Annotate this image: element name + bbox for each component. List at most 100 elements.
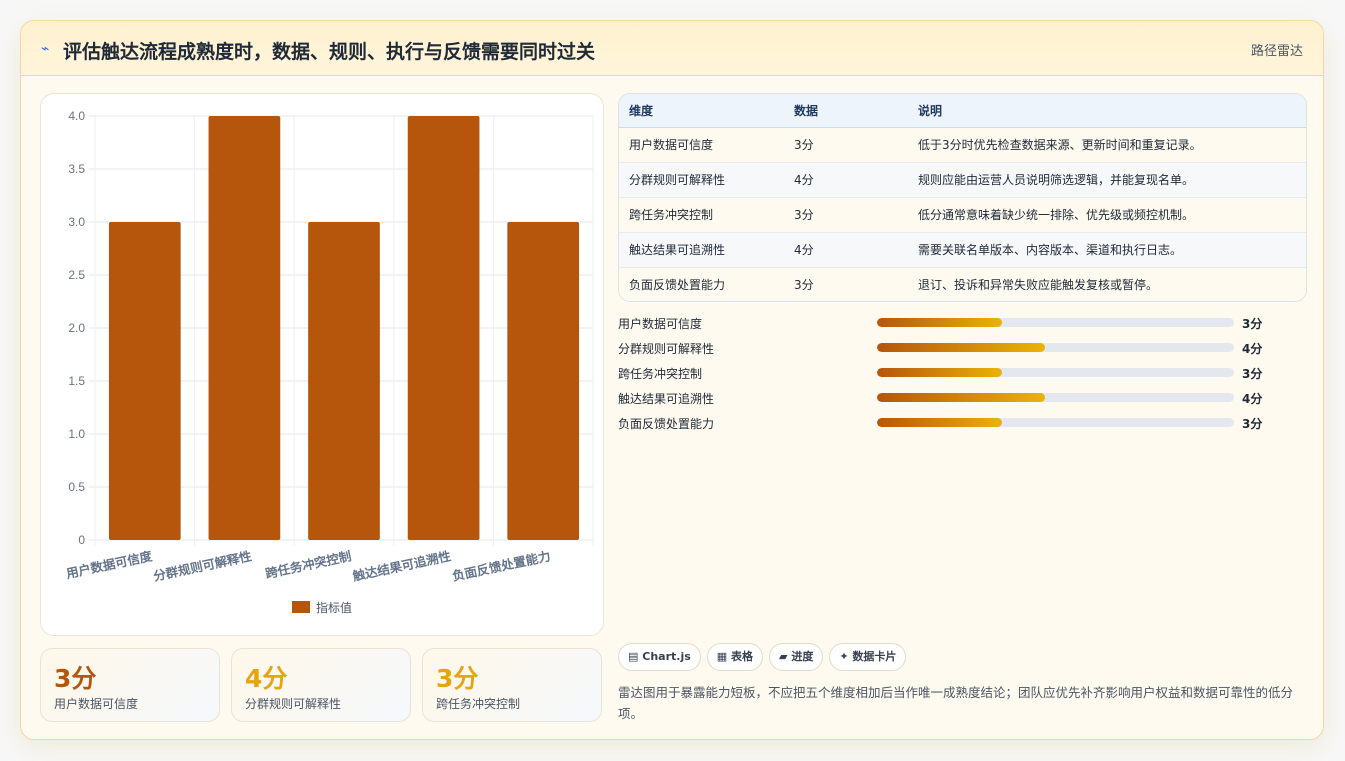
progress-row: 分群规则可解释性 4分 — [618, 338, 1308, 363]
y-tick-label: 1.5 — [68, 374, 85, 388]
progress-label: 分群规则可解释性 — [618, 342, 715, 356]
progress-value: 3分 — [1242, 417, 1263, 431]
bar — [507, 222, 580, 540]
metrics-table: 维度 数据 说明 用户数据可信度 3分 低于3分时优先检查数据来源、更新时间和重… — [618, 93, 1307, 302]
table-row: 触达结果可追溯性 4分 需要关联名单版本、内容版本、渠道和执行日志。 — [619, 232, 1306, 268]
x-tick-label: 分群规则可解释性 — [152, 548, 253, 584]
bar — [308, 222, 380, 540]
progress-value: 3分 — [1242, 317, 1263, 331]
bar — [407, 116, 480, 540]
table-cell-score: 4分 — [784, 162, 908, 198]
trend-icon: ⌁ — [41, 41, 50, 57]
y-tick-label: 1.0 — [68, 427, 85, 441]
table-cell-dimension: 用户数据可信度 — [619, 127, 784, 163]
table-cell-dimension: 分群规则可解释性 — [619, 162, 784, 198]
table-cell-dimension: 负面反馈处置能力 — [619, 267, 784, 301]
table-header-description: 说明 — [908, 94, 1306, 128]
progress-fill — [877, 393, 1045, 402]
table-cell-score: 3分 — [784, 127, 908, 163]
chip-label: 表格 — [731, 650, 754, 663]
stat-value: 4分 — [245, 664, 288, 693]
x-tick-label: 用户数据可信度 — [64, 548, 154, 581]
bar — [108, 222, 181, 540]
sparkle-icon: ✦ — [839, 650, 849, 663]
progress-value: 3分 — [1242, 367, 1263, 381]
table-icon: ▦ — [716, 650, 728, 663]
bar-chart-panel: 0 0.5 1.0 1.5 2.0 2.5 3.0 3.5 4.0 用户数据可信度 分群规则可解释性… — [40, 93, 604, 636]
progress-fill — [877, 318, 1002, 327]
chip-label: Chart.js — [642, 650, 691, 663]
progress-track — [877, 393, 1234, 402]
table-cell-dimension: 触达结果可追溯性 — [619, 232, 784, 268]
chip-label: 进度 — [791, 650, 814, 663]
stat-value: 3分 — [54, 664, 97, 693]
table-row: 分群规则可解释性 4分 规则应能由运营人员说明筛选逻辑，并能复现名单。 — [619, 162, 1306, 198]
y-tick-label: 3.5 — [68, 162, 85, 176]
x-tick-label: 负面反馈处置能力 — [451, 548, 552, 583]
table-row: 负面反馈处置能力 3分 退订、投诉和异常失败应能触发复核或暂停。 — [619, 267, 1306, 301]
x-tick-label: 触达结果可追溯性 — [350, 548, 452, 584]
progress-track — [877, 418, 1234, 427]
progress-label: 负面反馈处置能力 — [618, 417, 715, 431]
legend-label: 指标值 — [316, 600, 352, 615]
table-cell-score: 3分 — [784, 267, 908, 301]
progress-label: 跨任务冲突控制 — [618, 367, 703, 381]
table-cell-dimension: 跨任务冲突控制 — [619, 197, 784, 233]
progress-row: 触达结果可追溯性 4分 — [618, 388, 1308, 413]
progress-row: 负面反馈处置能力 3分 — [618, 413, 1308, 438]
chip-data-card[interactable]: ✦ 数据卡片 — [829, 643, 907, 671]
table-row: 用户数据可信度 3分 低于3分时优先检查数据来源、更新时间和重复记录。 — [619, 127, 1306, 163]
bar — [208, 116, 281, 540]
chip-label: 数据卡片 — [852, 650, 897, 663]
legend-swatch — [292, 601, 310, 613]
progress-value: 4分 — [1242, 342, 1263, 356]
bar-chart: 0 0.5 1.0 1.5 2.0 2.5 3.0 3.5 4.0 用户数据可信度分群规则可解释性… — [64, 109, 594, 615]
y-tick-label: 3.0 — [68, 215, 85, 229]
stat-label: 用户数据可信度 — [54, 697, 139, 711]
progress-label: 用户数据可信度 — [618, 317, 703, 331]
y-tick-label: 0.5 — [68, 480, 85, 494]
header: ⌁ 评估触达流程成熟度时，数据、规则、执行与反馈需要同时过关 路径雷达 — [21, 21, 1323, 76]
x-tick-label: 跨任务冲突控制 — [264, 548, 353, 581]
dashboard-card: ⌁ 评估触达流程成熟度时，数据、规则、执行与反馈需要同时过关 路径雷达 0 0.5… — [20, 20, 1324, 740]
chart-icon: ▤ — [628, 650, 639, 663]
table-cell-score: 3分 — [784, 197, 908, 233]
table-cell-description: 退订、投诉和异常失败应能触发复核或暂停。 — [908, 267, 1306, 301]
table-cell-score: 4分 — [784, 232, 908, 268]
table-header-data: 数据 — [784, 94, 908, 128]
progress-list: 用户数据可信度 3分 分群规则可解释性 4分 跨任务冲突控制 3分 触达结果可追… — [618, 313, 1308, 438]
stat-value: 3分 — [436, 664, 479, 693]
page-title: 评估触达流程成熟度时，数据、规则、执行与反馈需要同时过关 — [63, 41, 596, 63]
table-cell-description: 低分通常意味着缺少统一排除、优先级或频控机制。 — [908, 197, 1306, 233]
y-tick-label: 4.0 — [68, 109, 85, 123]
progress-label: 触达结果可追溯性 — [618, 392, 715, 406]
progress-track — [877, 343, 1234, 352]
y-tick-label: 0 — [78, 533, 85, 547]
progress-fill — [877, 418, 1002, 427]
progress-fill — [877, 343, 1045, 352]
progress-value: 4分 — [1242, 392, 1263, 406]
stat-label: 跨任务冲突控制 — [436, 697, 521, 711]
tag-chips: ▤ Chart.js ▦ 表格 ▰ 进度 ✦ 数据卡片 — [618, 643, 912, 671]
progress-track — [877, 318, 1234, 327]
summary-note: 雷达图用于暴露能力短板，不应把五个维度相加后当作唯一成熟度结论；团队应优先补齐影… — [618, 685, 1294, 721]
chip-progress[interactable]: ▰ 进度 — [769, 643, 824, 671]
stat-card-2: 4分 分群规则可解释性 — [231, 648, 411, 722]
table-cell-description: 低于3分时优先检查数据来源、更新时间和重复记录。 — [908, 127, 1306, 163]
progress-fill — [877, 368, 1002, 377]
chip-table[interactable]: ▦ 表格 — [706, 643, 764, 671]
chip-chartjs[interactable]: ▤ Chart.js — [618, 643, 701, 671]
table-cell-description: 需要关联名单版本、内容版本、渠道和执行日志。 — [908, 232, 1306, 268]
header-badge[interactable]: 路径雷达 — [1251, 40, 1303, 59]
table-row: 跨任务冲突控制 3分 低分通常意味着缺少统一排除、优先级或频控机制。 — [619, 197, 1306, 233]
table-cell-description: 规则应能由运营人员说明筛选逻辑，并能复现名单。 — [908, 162, 1306, 198]
table-header-dimension: 维度 — [619, 94, 784, 128]
progress-row: 用户数据可信度 3分 — [618, 313, 1308, 338]
stat-card-1: 3分 用户数据可信度 — [40, 648, 220, 722]
stat-label: 分群规则可解释性 — [245, 697, 342, 711]
progress-row: 跨任务冲突控制 3分 — [618, 363, 1308, 388]
progress-icon: ▰ — [779, 650, 788, 663]
progress-track — [877, 368, 1234, 377]
y-tick-label: 2.5 — [68, 268, 85, 282]
y-tick-label: 2.0 — [68, 321, 85, 335]
